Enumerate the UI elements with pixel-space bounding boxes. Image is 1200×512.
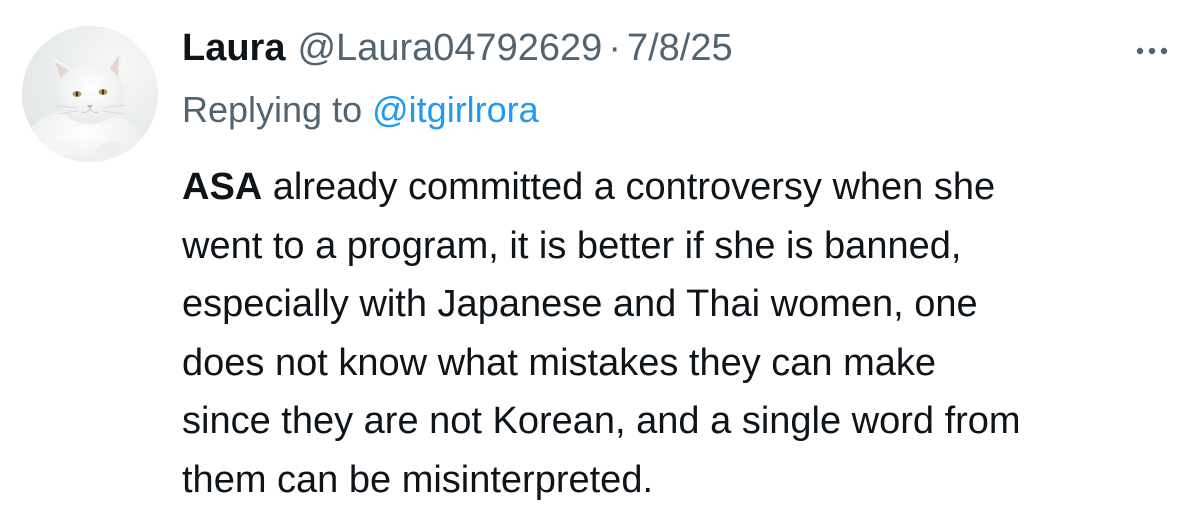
tweet-text-line-6: them can be misinterpreted. — [182, 458, 654, 501]
tweet-bold-word: ASA — [182, 166, 263, 208]
display-name[interactable]: Laura — [182, 22, 285, 74]
tweet-text-line-2: went to a program, it is better if she i… — [182, 224, 962, 267]
tweet-text: ASA already committed a controversy when… — [182, 158, 1182, 509]
reply-mention-link[interactable]: @itgirlrora — [372, 89, 539, 130]
tweet-text-line-4: does not know what mistakes they can mak… — [182, 341, 937, 384]
more-horizontal-icon — [1136, 47, 1168, 55]
tweet-header: Laura @Laura04792629 · 7/8/25 — [182, 22, 733, 74]
separator-dot: · — [608, 27, 621, 69]
tweet-text-line: ASA already committed a controversy when… — [182, 158, 1182, 217]
tweet: Laura @Laura04792629 · 7/8/25 Replying t… — [0, 0, 1200, 512]
tweet-text-line-3: especially with Japanese and Thai women,… — [182, 283, 978, 325]
cat-avatar-image — [22, 26, 158, 162]
user-handle[interactable]: @Laura04792629 — [297, 22, 602, 74]
post-date[interactable]: 7/8/25 — [627, 22, 733, 74]
tweet-text-line-1: already committed a controversy when she — [262, 166, 996, 208]
replying-to: Replying to @itgirlrora — [182, 84, 539, 136]
more-options-button[interactable] — [1130, 36, 1174, 66]
tweet-text-line-5: since they are not Korean, and a single … — [182, 400, 1021, 442]
avatar[interactable] — [22, 26, 158, 162]
replying-to-label: Replying to — [182, 89, 363, 130]
